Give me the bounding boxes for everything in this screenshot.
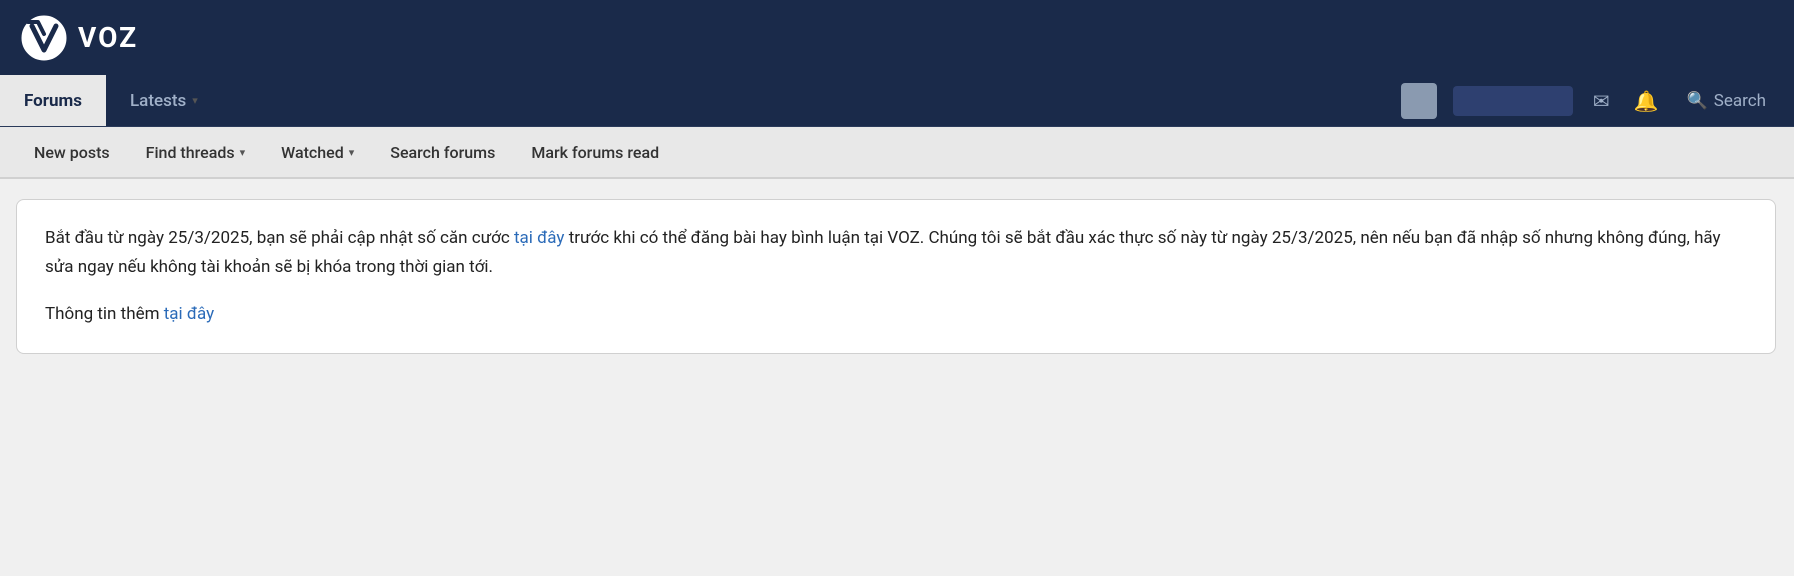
- site-header: VOZ: [0, 0, 1794, 75]
- username-display[interactable]: [1453, 86, 1573, 116]
- find-threads-dropdown-icon: ▾: [240, 146, 246, 159]
- subnav-find-threads[interactable]: Find threads ▾: [128, 127, 264, 177]
- latests-dropdown-icon: ▾: [192, 94, 198, 107]
- nav-right-area: ✉ 🔔 🔍 Search: [1401, 75, 1794, 126]
- subnav-bar: New posts Find threads ▾ Watched ▾ Searc…: [0, 127, 1794, 179]
- subnav-mark-forums-read[interactable]: Mark forums read: [513, 127, 677, 177]
- notice-paragraph-1: Bắt đầu từ ngày 25/3/2025, bạn sẽ phải c…: [45, 224, 1747, 282]
- avatar[interactable]: [1401, 83, 1437, 119]
- main-navbar: Forums Latests ▾ ✉ 🔔 🔍 Search: [0, 75, 1794, 127]
- subnav-search-forums[interactable]: Search forums: [372, 127, 513, 177]
- watched-dropdown-icon: ▾: [349, 146, 355, 159]
- nav-tab-forums[interactable]: Forums: [0, 75, 106, 126]
- notice-link-1[interactable]: tại đây: [514, 228, 565, 248]
- subnav-watched[interactable]: Watched ▾: [263, 127, 372, 177]
- site-logo-text: VOZ: [78, 21, 138, 54]
- nav-tab-latests[interactable]: Latests ▾: [106, 75, 222, 126]
- bell-icon[interactable]: 🔔: [1630, 85, 1663, 117]
- subnav-new-posts[interactable]: New posts: [16, 127, 128, 177]
- search-icon: 🔍: [1687, 91, 1708, 111]
- notice-box: Bắt đầu từ ngày 25/3/2025, bạn sẽ phải c…: [16, 199, 1776, 354]
- notice-link-2[interactable]: tại đây: [164, 304, 215, 324]
- notice-paragraph-2: Thông tin thêm tại đây: [45, 300, 1747, 329]
- voz-logo-icon: [20, 14, 68, 62]
- logo-area[interactable]: VOZ: [20, 14, 138, 62]
- nav-spacer: [222, 75, 1401, 126]
- main-content: Bắt đầu từ ngày 25/3/2025, bạn sẽ phải c…: [0, 179, 1794, 374]
- message-icon[interactable]: ✉: [1589, 85, 1614, 117]
- search-button[interactable]: 🔍 Search: [1679, 87, 1774, 115]
